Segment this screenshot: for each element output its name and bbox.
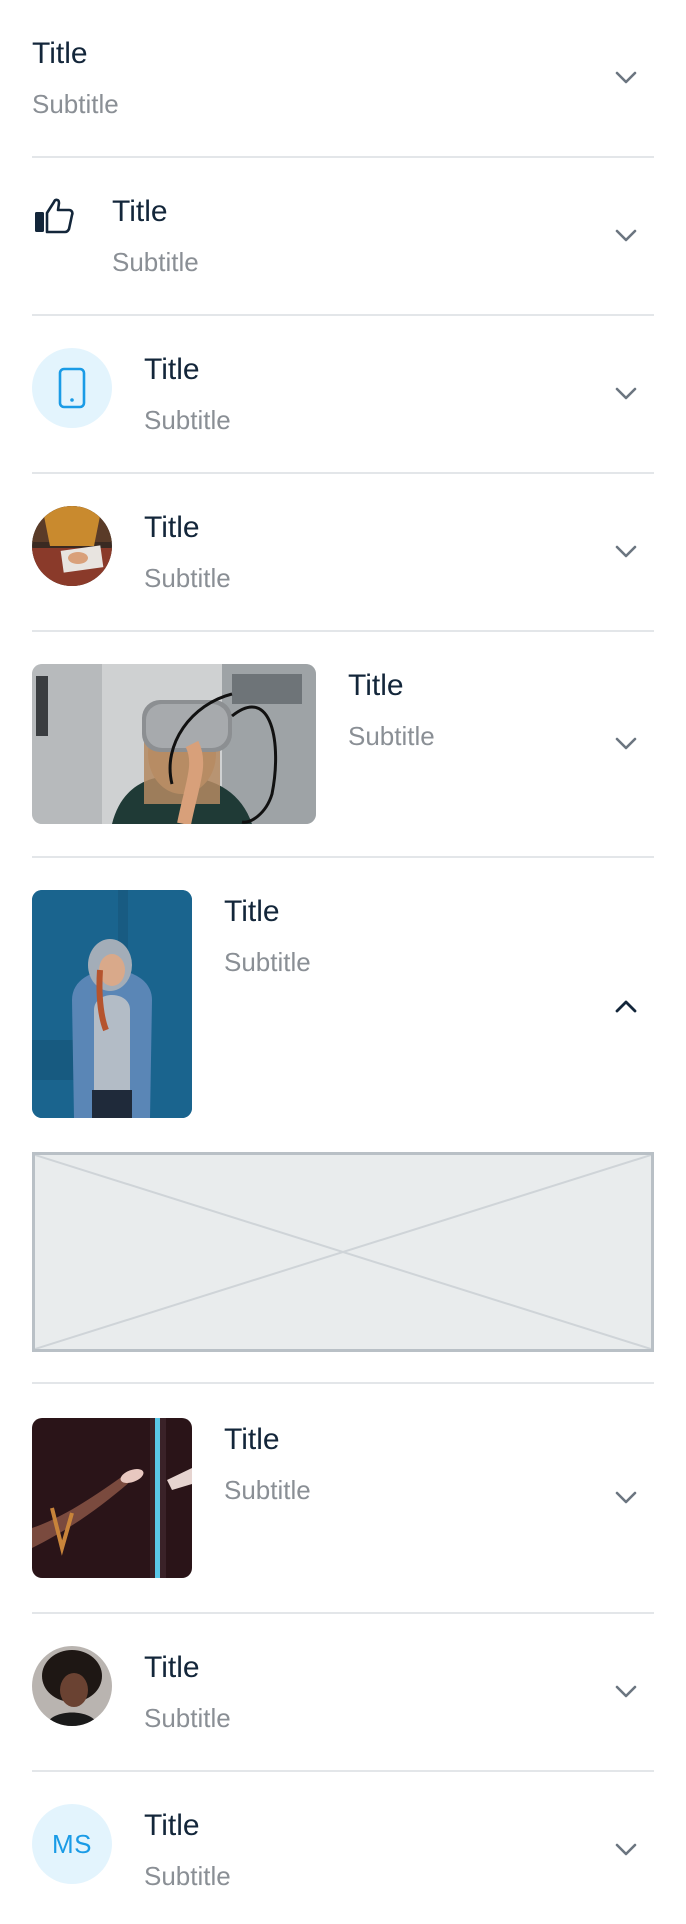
list-item[interactable]: Title Subtitle [32, 474, 654, 632]
item-title: Title [224, 895, 280, 928]
accordion-list: Title Subtitle Title Subtitle Title Subt… [0, 0, 686, 1924]
chevron-down-icon[interactable] [606, 1672, 646, 1712]
chevron-down-icon[interactable] [606, 1830, 646, 1870]
thumbnail-image [32, 890, 192, 1118]
list-item[interactable]: Title Subtitle [32, 1614, 654, 1772]
list-item[interactable]: MS Title Subtitle [32, 1772, 654, 1924]
chevron-down-icon[interactable] [606, 724, 646, 764]
avatar-initials: MS [52, 1828, 92, 1859]
avatar [32, 1646, 112, 1726]
list-item[interactable]: Title Subtitle [32, 0, 654, 158]
item-title: Title [348, 669, 404, 702]
list-item[interactable]: Title Subtitle [32, 1386, 654, 1614]
item-subtitle: Subtitle [224, 947, 311, 977]
thumbs-up-icon [32, 194, 76, 238]
chevron-down-icon[interactable] [606, 1478, 646, 1518]
item-subtitle: Subtitle [112, 247, 199, 277]
list-item[interactable]: Title Subtitle [32, 316, 654, 474]
thumbnail-image [32, 1418, 192, 1578]
item-subtitle: Subtitle [144, 1703, 231, 1733]
chevron-up-icon[interactable] [606, 986, 646, 1026]
thumbnail-image [32, 664, 316, 824]
smartphone-icon-avatar [32, 348, 112, 428]
image-placeholder [32, 1152, 654, 1352]
item-subtitle: Subtitle [144, 405, 231, 435]
item-title: Title [224, 1423, 280, 1456]
item-subtitle: Subtitle [144, 563, 231, 593]
initials-avatar: MS [32, 1804, 112, 1884]
item-title: Title [144, 1809, 200, 1842]
item-title: Title [144, 511, 200, 544]
item-title: Title [112, 195, 168, 228]
item-subtitle: Subtitle [224, 1475, 311, 1505]
item-title: Title [32, 37, 88, 70]
item-subtitle: Subtitle [144, 1861, 231, 1891]
item-subtitle: Subtitle [32, 89, 119, 119]
chevron-down-icon[interactable] [606, 216, 646, 256]
item-title: Title [144, 1651, 200, 1684]
chevron-down-icon[interactable] [606, 58, 646, 98]
item-title: Title [144, 353, 200, 386]
list-item[interactable]: Title Subtitle [32, 632, 654, 858]
list-item[interactable]: Title Subtitle [32, 158, 654, 316]
chevron-down-icon[interactable] [606, 532, 646, 572]
chevron-down-icon[interactable] [606, 374, 646, 414]
avatar [32, 506, 112, 586]
item-subtitle: Subtitle [348, 721, 435, 751]
smartphone-icon [58, 367, 86, 409]
